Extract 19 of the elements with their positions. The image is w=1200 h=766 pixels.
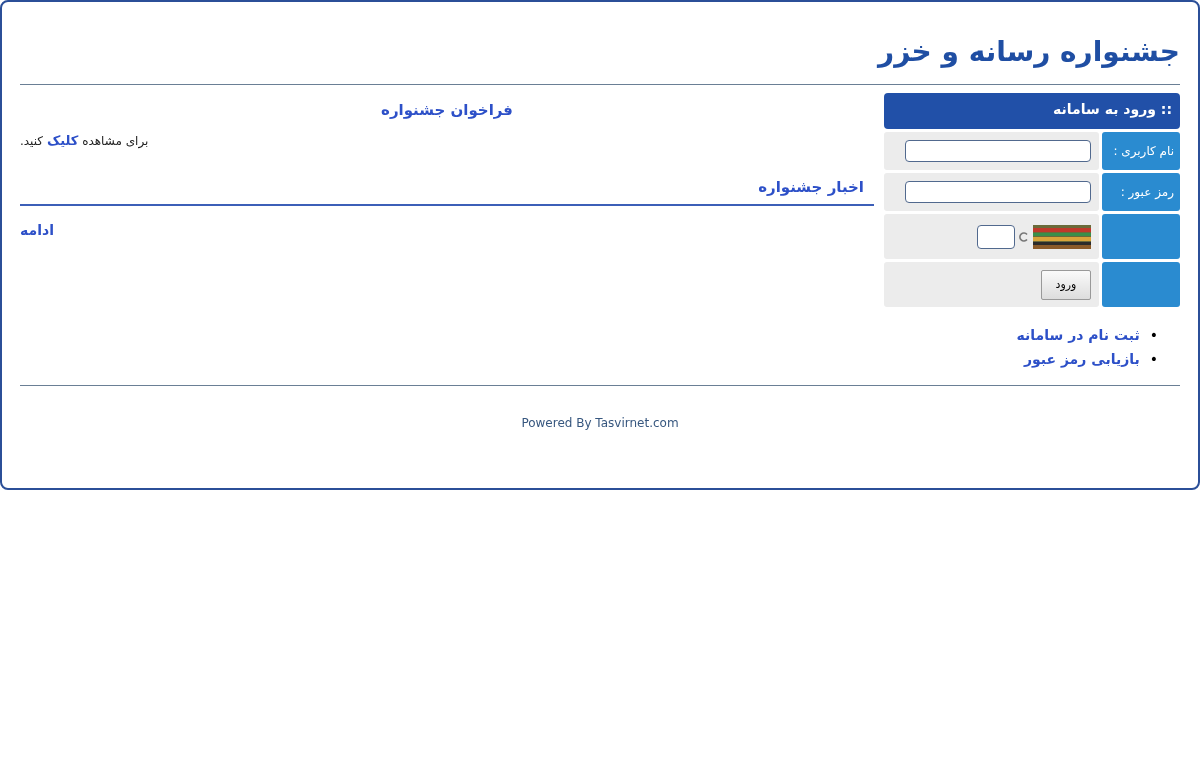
click-link[interactable]: کلیک bbox=[46, 133, 79, 148]
sidebar-link[interactable]: بازیابی رمز عبور bbox=[1023, 351, 1140, 367]
footer-text: Powered By Tasvirnet.com bbox=[520, 416, 680, 430]
captcha-field[interactable] bbox=[977, 224, 1015, 249]
bullet: • bbox=[1149, 351, 1158, 367]
section-title: فراخوان جشنواره bbox=[380, 101, 514, 119]
field-label: رمز عبور : bbox=[1102, 173, 1180, 211]
input-field[interactable] bbox=[905, 181, 1091, 203]
bullet: • bbox=[1149, 327, 1158, 343]
login-button[interactable]: ورود bbox=[1041, 269, 1091, 300]
more-link[interactable]: ادامه bbox=[20, 222, 874, 238]
login-header: :: ورود به سامانه bbox=[884, 93, 1180, 129]
input-field[interactable] bbox=[905, 140, 1091, 162]
section-title: اخبار جشنواره bbox=[757, 178, 864, 196]
call-text: برای مشاهده کلیک کنید. bbox=[20, 133, 150, 148]
refresh-icon[interactable] bbox=[1019, 231, 1029, 242]
sidebar-link[interactable]: ثبت نام در سامانه bbox=[1016, 327, 1140, 343]
field-label: نام کاربری : bbox=[1102, 132, 1180, 170]
site-title: جشنواره رسانه و خزر bbox=[875, 34, 1180, 70]
